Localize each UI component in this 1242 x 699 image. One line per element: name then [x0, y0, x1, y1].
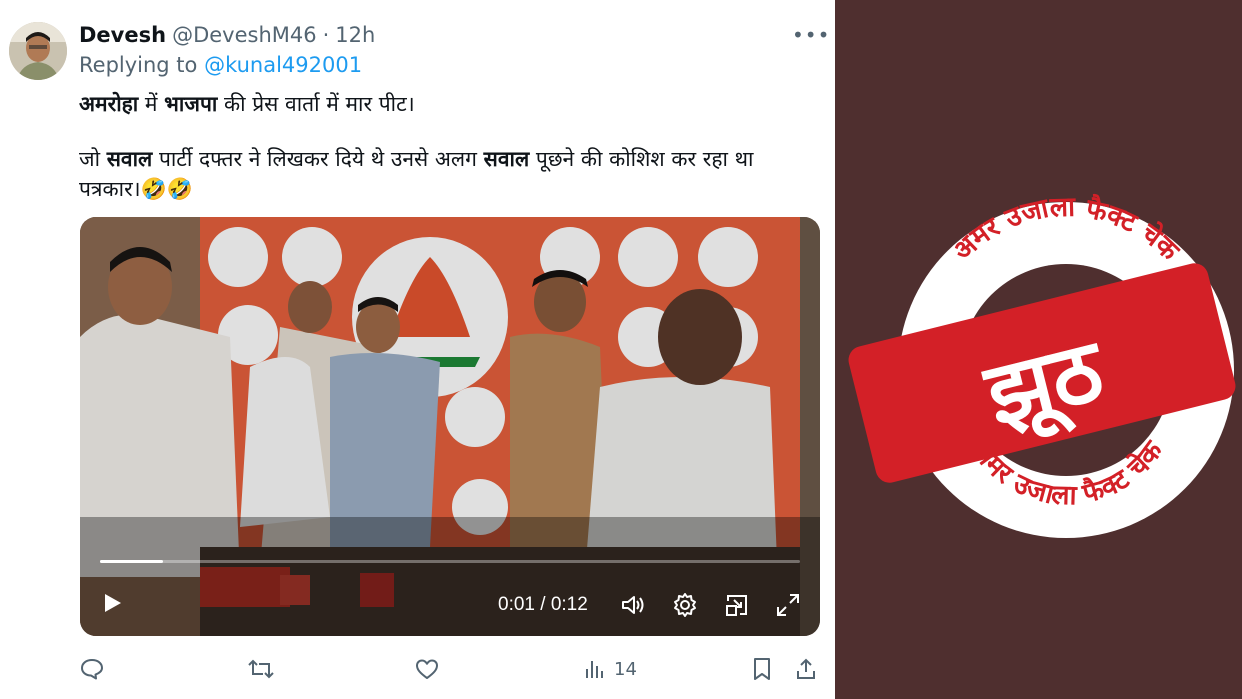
play-icon[interactable] [100, 591, 124, 615]
replying-to-handle-link[interactable]: @kunal492001 [204, 53, 362, 77]
fact-check-panel: अमर उजाला फैक्ट चेक अमर उजाला फैक्ट चेक … [835, 0, 1242, 699]
tweet-timestamp[interactable]: 12h [335, 23, 375, 47]
tweet-text-line-2: जो सवाल पार्टी दफ्तर ने लिखकर दिये थे उन… [79, 145, 753, 173]
fact-check-stamp: अमर उजाला फैक्ट चेक अमर उजाला फैक्ट चेक … [848, 192, 1236, 538]
replying-to-label: Replying to [79, 53, 198, 77]
replying-to: Replying to @kunal492001 [79, 53, 362, 77]
tweet-bold-text: भाजपा [164, 92, 218, 116]
reply-button[interactable] [80, 655, 104, 683]
picture-in-picture-icon[interactable] [724, 592, 750, 618]
tweet-text: में [138, 92, 165, 116]
settings-gear-icon[interactable] [672, 592, 698, 618]
volume-icon[interactable] [620, 592, 646, 618]
views-count: 14 [614, 658, 637, 680]
tweet-bold-text: सवाल [106, 147, 153, 171]
author-name[interactable]: Devesh [79, 23, 166, 47]
tweet-panel: Devesh @DeveshM46 · 12h ••• Replying to … [0, 0, 835, 699]
share-button[interactable] [794, 655, 818, 683]
video-progress-bar[interactable] [100, 560, 800, 563]
tweet-action-bar: 14 [80, 655, 820, 683]
retweet-button[interactable] [248, 655, 274, 683]
video-time-display: 0:01 / 0:12 [498, 594, 588, 615]
share-upload-icon [794, 657, 818, 681]
bookmark-button[interactable] [751, 655, 773, 683]
video-progress-fill [100, 560, 163, 563]
video-player[interactable]: 0:01 / 0:12 [80, 217, 820, 636]
fullscreen-icon[interactable] [775, 592, 801, 618]
heart-icon [415, 657, 439, 681]
reply-icon [80, 657, 104, 681]
tweet-text: पूछने की कोशिश कर रहा था [529, 147, 754, 171]
like-button[interactable] [415, 655, 439, 683]
analytics-bars-icon [584, 657, 606, 681]
tweet-bold-text: अमरोहा [79, 92, 139, 116]
tweet-text: की प्रेस वार्ता में मार पीट। [217, 92, 415, 116]
retweet-icon [248, 657, 274, 681]
more-options-icon[interactable]: ••• [792, 24, 829, 46]
tweet-header: Devesh @DeveshM46 · 12h [79, 20, 375, 50]
views-button[interactable]: 14 [584, 655, 637, 683]
tweet-text-line-3: पत्रकार।🤣🤣 [79, 177, 193, 201]
author-handle[interactable]: @DeveshM46 [172, 23, 317, 47]
separator-dot: · [322, 23, 330, 47]
bookmark-icon [751, 657, 773, 681]
tweet-text: पार्टी दफ्तर ने लिखकर दिये थे उनसे अलग [152, 147, 484, 171]
author-avatar[interactable] [9, 22, 67, 80]
tweet-bold-text: सवाल [483, 147, 530, 171]
tweet-text-line-1: अमरोहा में भाजपा की प्रेस वार्ता में मार… [79, 90, 415, 118]
tweet-text: जो [79, 147, 107, 171]
video-frame [80, 217, 820, 636]
